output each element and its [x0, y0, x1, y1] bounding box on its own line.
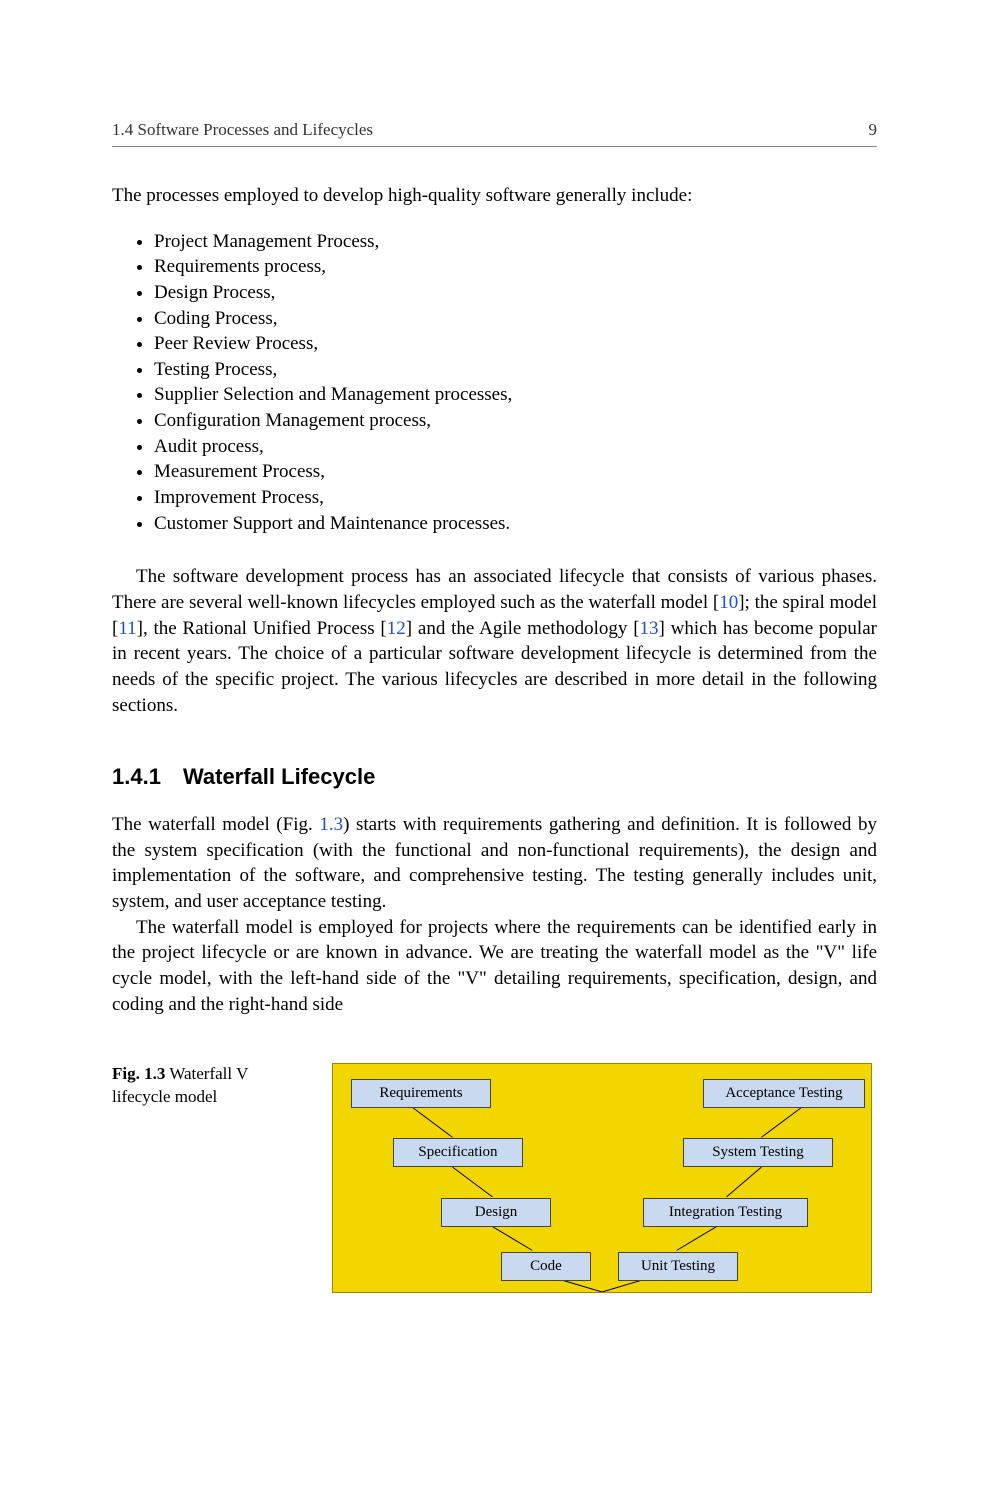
subsection-heading: 1.4.1 Waterfall Lifecycle — [112, 764, 877, 790]
lifecycle-paragraph: The software development process has an … — [112, 564, 877, 718]
list-item: Audit process, — [154, 434, 877, 460]
list-item: Peer Review Process, — [154, 331, 877, 357]
diagram-box-specification: Specification — [393, 1138, 523, 1167]
waterfall-paragraph-2: The waterfall model is employed for proj… — [112, 915, 877, 1018]
running-header: 1.4 Software Processes and Lifecycles 9 — [112, 120, 877, 147]
text-run: ], the Rational Unified Process [ — [137, 618, 387, 639]
figure-number: Fig. 1.3 — [112, 1064, 165, 1083]
citation-link[interactable]: 13 — [640, 618, 659, 639]
diagram-box-unit-testing: Unit Testing — [618, 1252, 738, 1281]
text-run: ] and the Agile methodology [ — [406, 618, 640, 639]
list-item: Design Process, — [154, 280, 877, 306]
list-item: Customer Support and Maintenance process… — [154, 511, 877, 537]
diagram-box-requirements: Requirements — [351, 1079, 491, 1108]
figure-reference-link[interactable]: 1.3 — [319, 814, 343, 835]
text-run: The waterfall model (Fig. — [112, 814, 319, 835]
figure-caption: Fig. 1.3 Waterfall V lifecycle model — [112, 1063, 302, 1109]
list-item: Supplier Selection and Management proces… — [154, 382, 877, 408]
list-item: Improvement Process, — [154, 485, 877, 511]
diagram-box-integration-testing: Integration Testing — [643, 1198, 808, 1227]
diagram-box-system-testing: System Testing — [683, 1138, 833, 1167]
list-item: Requirements process, — [154, 254, 877, 280]
subsection-number: 1.4.1 — [112, 764, 161, 789]
citation-link[interactable]: 11 — [118, 618, 136, 639]
list-item: Project Management Process, — [154, 229, 877, 255]
list-item: Coding Process, — [154, 306, 877, 332]
header-page-number: 9 — [869, 120, 878, 140]
header-section-label: 1.4 Software Processes and Lifecycles — [112, 120, 373, 140]
text-run: The waterfall model is employed for proj… — [112, 917, 877, 1015]
subsection-title: Waterfall Lifecycle — [183, 764, 375, 789]
citation-link[interactable]: 10 — [719, 592, 738, 613]
waterfall-paragraph-1: The waterfall model (Fig. 1.3) starts wi… — [112, 812, 877, 915]
list-item: Testing Process, — [154, 357, 877, 383]
list-item: Measurement Process, — [154, 459, 877, 485]
process-list: Project Management Process, Requirements… — [112, 229, 877, 537]
diagram-box-design: Design — [441, 1198, 551, 1227]
intro-paragraph: The processes employed to develop high-q… — [112, 183, 877, 209]
v-model-diagram: Requirements Specification Design Code U… — [332, 1063, 872, 1293]
diagram-box-acceptance-testing: Acceptance Testing — [703, 1079, 865, 1108]
figure-block: Fig. 1.3 Waterfall V lifecycle model Req… — [112, 1063, 877, 1293]
diagram-box-code: Code — [501, 1252, 591, 1281]
citation-link[interactable]: 12 — [387, 618, 406, 639]
list-item: Configuration Management process, — [154, 408, 877, 434]
